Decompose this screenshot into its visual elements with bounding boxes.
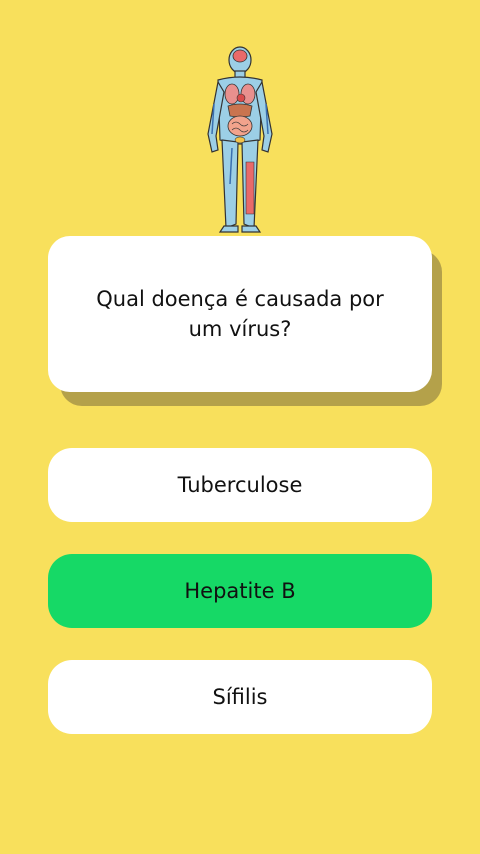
answer-option-sifilis[interactable]: Sífilis	[48, 660, 432, 734]
answer-label: Sífilis	[212, 685, 268, 709]
question-card: Qual doença é causada por um vírus?	[48, 236, 432, 392]
quiz-screen: Qual doença é causada por um vírus? Tube…	[0, 0, 480, 854]
human-anatomy-icon	[207, 46, 273, 233]
answer-label: Tuberculose	[177, 473, 303, 497]
answer-option-tuberculose[interactable]: Tuberculose	[48, 448, 432, 522]
answer-option-hepatite-b[interactable]: Hepatite B	[48, 554, 432, 628]
answer-label: Hepatite B	[184, 579, 296, 603]
question-text: Qual doença é causada por um vírus?	[96, 286, 384, 341]
